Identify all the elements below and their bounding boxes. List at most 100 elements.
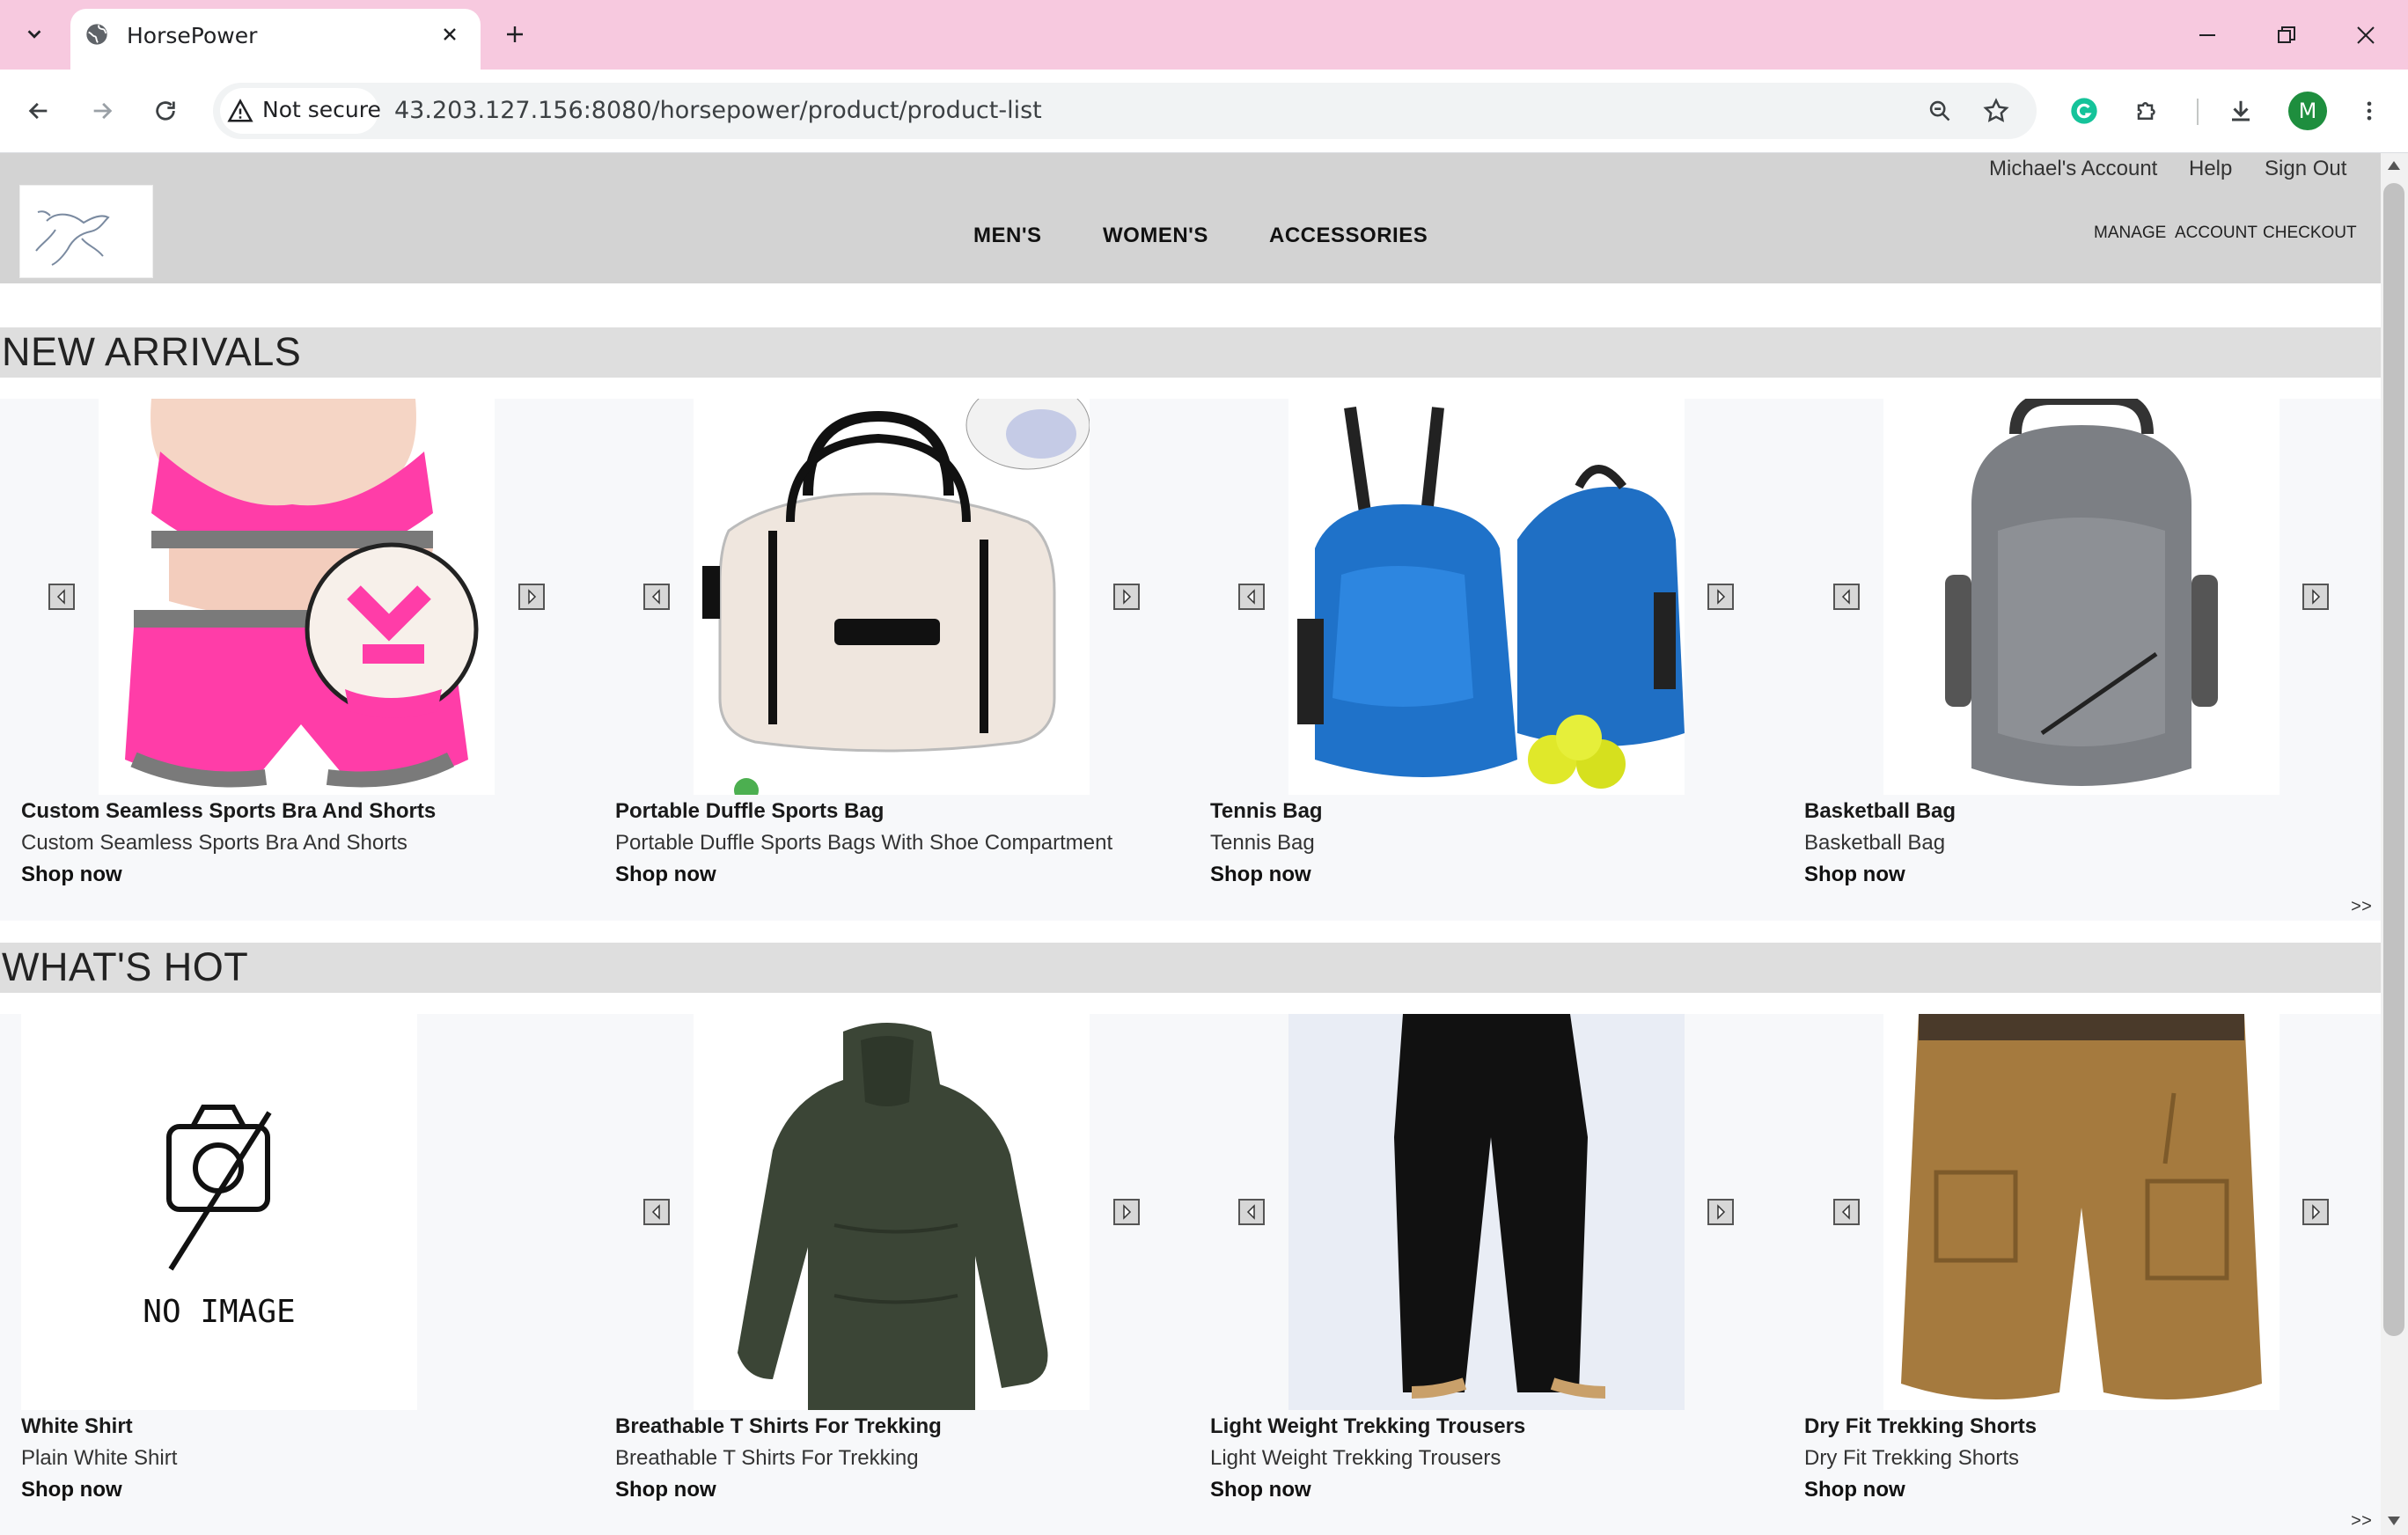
whats-hot-title: WHAT'S HOT bbox=[2, 944, 249, 989]
product-image[interactable] bbox=[1288, 1014, 1685, 1410]
shop-now-link[interactable]: Shop now bbox=[615, 1478, 716, 1502]
nav-mens[interactable]: MEN'S bbox=[973, 224, 1042, 248]
chevron-right-icon bbox=[2312, 1204, 2321, 1220]
nav-womens[interactable]: WOMEN'S bbox=[1103, 224, 1208, 248]
restore-button[interactable] bbox=[2267, 16, 2306, 55]
product-description: Breathable T Shirts For Trekking bbox=[615, 1446, 919, 1470]
star-icon bbox=[1983, 98, 2009, 122]
chevron-right-icon bbox=[2312, 589, 2321, 605]
product-title[interactable]: Basketball Bag bbox=[1804, 799, 1956, 824]
shop-now-link[interactable]: Shop now bbox=[21, 1478, 122, 1502]
product-image[interactable] bbox=[1883, 399, 2280, 795]
help-link[interactable]: Help bbox=[2189, 157, 2232, 181]
product-description: Custom Seamless Sports Bra And Shorts bbox=[21, 831, 407, 855]
more-vert-icon bbox=[2367, 101, 2372, 121]
close-icon bbox=[444, 28, 456, 40]
shop-now-link[interactable]: Shop now bbox=[21, 863, 122, 887]
shop-now-link[interactable]: Shop now bbox=[615, 863, 716, 887]
carousel-next-button[interactable] bbox=[1113, 1199, 1140, 1225]
product-image[interactable] bbox=[1883, 1014, 2280, 1410]
close-icon bbox=[2357, 26, 2375, 44]
shop-now-link[interactable]: Shop now bbox=[1210, 1478, 1311, 1502]
shop-now-link[interactable]: Shop now bbox=[1210, 863, 1311, 887]
chevron-left-icon bbox=[1246, 589, 1255, 605]
chevron-left-icon bbox=[651, 1204, 660, 1220]
window-close-button[interactable] bbox=[2346, 16, 2385, 55]
scroll-down-icon[interactable] bbox=[2385, 1514, 2403, 1528]
whats-hot-more-link[interactable]: >> bbox=[2351, 1512, 2372, 1532]
chevron-left-icon bbox=[1246, 1204, 1255, 1220]
globe-icon bbox=[84, 22, 109, 47]
bookmark-button[interactable] bbox=[1977, 92, 2015, 130]
product-title[interactable]: Tennis Bag bbox=[1210, 799, 1323, 824]
tab-close-button[interactable] bbox=[435, 19, 465, 49]
shop-now-link[interactable]: Shop now bbox=[1804, 863, 1905, 887]
forward-button[interactable] bbox=[83, 92, 121, 130]
product-description: Dry Fit Trekking Shorts bbox=[1804, 1446, 2020, 1470]
product-image-placeholder[interactable]: NO IMAGE bbox=[21, 1014, 417, 1410]
reload-button[interactable] bbox=[146, 92, 185, 130]
checkout-link[interactable]: CHECKOUT bbox=[2263, 224, 2357, 243]
product-image[interactable] bbox=[694, 399, 1090, 795]
grammarly-extension-button[interactable] bbox=[2065, 92, 2103, 130]
chevron-down-icon bbox=[27, 30, 41, 39]
site-logo[interactable] bbox=[19, 185, 153, 278]
manage-link[interactable]: MANAGE bbox=[2094, 224, 2166, 243]
nav-accessories[interactable]: ACCESSORIES bbox=[1269, 224, 1428, 248]
product-description: Plain White Shirt bbox=[21, 1446, 178, 1470]
new-arrivals-more-link[interactable]: >> bbox=[2351, 898, 2372, 918]
plus-icon bbox=[507, 26, 523, 42]
product-title[interactable]: White Shirt bbox=[21, 1414, 133, 1439]
carousel-prev-button[interactable] bbox=[1833, 1199, 1860, 1225]
scrollbar-thumb[interactable] bbox=[2383, 183, 2404, 1336]
carousel-next-button[interactable] bbox=[2302, 1199, 2329, 1225]
carousel-next-button[interactable] bbox=[2302, 584, 2329, 610]
carousel-next-button[interactable] bbox=[1113, 584, 1140, 610]
product-image[interactable] bbox=[1288, 399, 1685, 795]
downloads-button[interactable] bbox=[2221, 92, 2260, 130]
carousel-prev-button[interactable] bbox=[643, 584, 670, 610]
arrow-left-icon bbox=[28, 102, 48, 120]
product-description: Portable Duffle Sports Bags With Shoe Co… bbox=[615, 831, 1113, 855]
minimize-button[interactable] bbox=[2188, 16, 2227, 55]
carousel-prev-button[interactable] bbox=[1833, 584, 1860, 610]
account-nav-link[interactable]: ACCOUNT bbox=[2175, 224, 2258, 243]
product-image[interactable] bbox=[694, 1014, 1090, 1410]
carousel-prev-button[interactable] bbox=[1238, 584, 1265, 610]
chevron-left-icon bbox=[1841, 589, 1850, 605]
chevron-right-icon bbox=[1717, 589, 1726, 605]
browser-menu-button[interactable] bbox=[2350, 92, 2389, 130]
account-link[interactable]: Michael's Account bbox=[1989, 157, 2157, 181]
scroll-up-icon[interactable] bbox=[2385, 158, 2403, 173]
sign-out-link[interactable]: Sign Out bbox=[2265, 157, 2346, 181]
arrow-right-icon bbox=[93, 102, 113, 120]
carousel-prev-button[interactable] bbox=[643, 1199, 670, 1225]
carousel-next-button[interactable] bbox=[518, 584, 545, 610]
profile-avatar[interactable]: M bbox=[2288, 92, 2327, 130]
carousel-prev-button[interactable] bbox=[1238, 1199, 1265, 1225]
back-button[interactable] bbox=[19, 92, 58, 130]
carousel-next-button[interactable] bbox=[1707, 584, 1734, 610]
product-title[interactable]: Dry Fit Trekking Shorts bbox=[1804, 1414, 2037, 1439]
product-title[interactable]: Light Weight Trekking Trousers bbox=[1210, 1414, 1525, 1439]
shop-now-link[interactable]: Shop now bbox=[1804, 1478, 1905, 1502]
chevron-left-icon bbox=[651, 589, 660, 605]
product-title[interactable]: Breathable T Shirts For Trekking bbox=[615, 1414, 942, 1439]
no-image-label: NO IMAGE bbox=[143, 1294, 296, 1330]
reload-icon bbox=[156, 101, 175, 121]
url-text[interactable]: 43.203.127.156:8080/horsepower/product/p… bbox=[394, 97, 1042, 124]
new-tab-button[interactable] bbox=[498, 18, 532, 51]
tab-search-button[interactable] bbox=[16, 16, 53, 53]
product-description: Basketball Bag bbox=[1804, 831, 1946, 855]
whats-hot-bar bbox=[0, 943, 2381, 993]
new-arrivals-bar bbox=[0, 327, 2381, 378]
product-title[interactable]: Custom Seamless Sports Bra And Shorts bbox=[21, 799, 436, 824]
chevron-right-icon bbox=[1123, 1204, 1132, 1220]
extensions-button[interactable] bbox=[2128, 92, 2167, 130]
product-description: Tennis Bag bbox=[1210, 831, 1315, 855]
product-title[interactable]: Portable Duffle Sports Bag bbox=[615, 799, 884, 824]
zoom-button[interactable] bbox=[1920, 92, 1959, 130]
product-image[interactable] bbox=[99, 399, 495, 795]
carousel-next-button[interactable] bbox=[1707, 1199, 1734, 1225]
carousel-prev-button[interactable] bbox=[48, 584, 75, 610]
